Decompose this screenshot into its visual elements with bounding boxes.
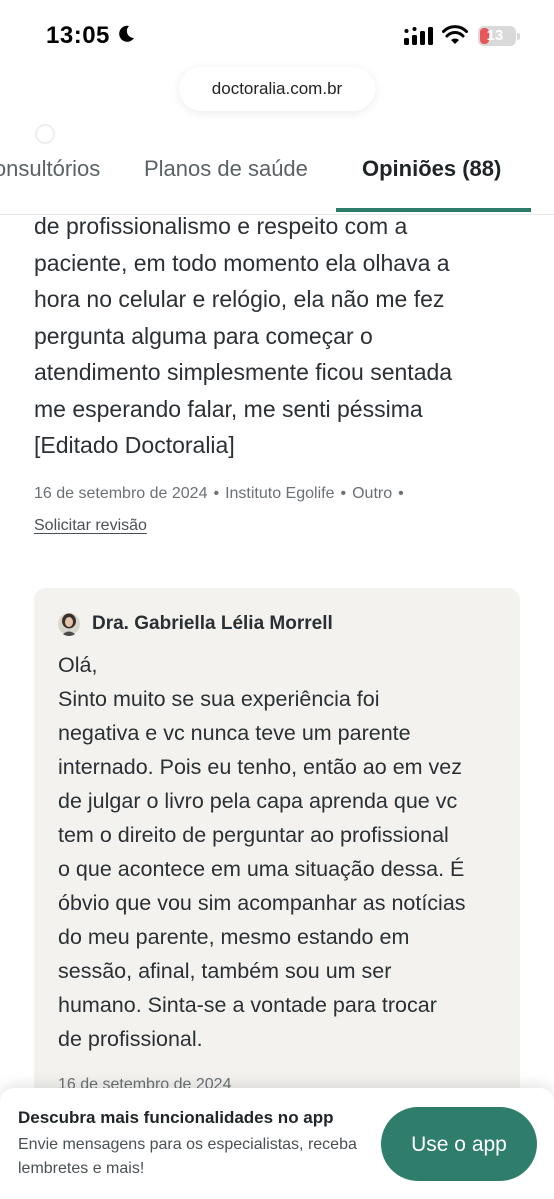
reply-line: humano. Sinta-se a vontade para trocar xyxy=(58,993,437,1017)
reply-line: do meu parente, mesmo estando em xyxy=(58,925,410,949)
review-line: paciente, em todo momento ela olhava a xyxy=(34,249,450,276)
review-line: hora no celular e relógio, ela não me fe… xyxy=(34,286,445,312)
review-clinic: Instituto Egolife xyxy=(225,485,335,502)
review-meta: 16 de setembro de 2024 • Instituto Egolife… xyxy=(34,485,404,502)
review-text: de profissionalismo e respeito com a pac… xyxy=(34,208,534,464)
avatar xyxy=(58,613,80,636)
status-bar: 13:05 13 xyxy=(0,0,554,66)
reply-line: de julgar o livro pela capa aprenda que … xyxy=(58,789,458,813)
signal-icon xyxy=(404,27,433,45)
reply-line: o que acontece em uma situação dessa. É xyxy=(58,857,465,881)
url-bar[interactable]: doctoralia.com.br xyxy=(179,67,375,111)
battery-level: 13 xyxy=(486,27,504,44)
reply-line: sessão, afinal, também sou um ser xyxy=(58,959,392,983)
review-line: pergunta alguma para começar o xyxy=(34,322,373,349)
use-app-button[interactable]: Use o app xyxy=(381,1107,537,1181)
review-date: 16 de setembro de 2024 xyxy=(34,485,208,502)
tab-consultorios[interactable]: Consultórios xyxy=(0,156,100,182)
status-time: 13:05 xyxy=(46,22,110,49)
reply-line: óbvio que vou sim acompanhar as notícias xyxy=(58,891,466,915)
banner-title: Descubra mais funcionalidades no app xyxy=(18,1108,334,1127)
review-category: Outro xyxy=(352,485,393,502)
reply-line: negativa e vc nunca teve um parente xyxy=(58,721,411,745)
doctor-name: Dra. Gabriella Lélia Morrell xyxy=(92,613,333,634)
wifi-icon xyxy=(442,25,468,44)
review-line: atendimento simplesmente ficou sentada xyxy=(34,359,453,385)
tab-opinioes[interactable]: Opiniões (88) xyxy=(362,156,501,182)
battery-icon: 13 xyxy=(478,26,520,46)
reply-line: Sinto muito se sua experiência foi xyxy=(58,687,380,711)
reply-text: Olá, Sinto muito se sua experiência foi … xyxy=(58,648,506,1056)
reply-line: internado. Pois eu tenho, então ao em ve… xyxy=(58,755,462,779)
request-review-link[interactable]: Solicitar revisão xyxy=(34,517,147,535)
banner-subtitle: Envie mensagens para os especialistas, r… xyxy=(18,1136,357,1177)
reply-line: de profissional. xyxy=(58,1027,203,1051)
app-promo-banner: Descubra mais funcionalidades no app Env… xyxy=(0,1088,554,1199)
doctor-reply: Dra. Gabriella Lélia Morrell Olá, Sinto … xyxy=(34,588,520,1108)
tab-planos-de-saude[interactable]: Planos de saúde xyxy=(144,156,308,182)
moon-icon xyxy=(119,25,134,42)
review-line: [Editado Doctoralia] xyxy=(34,432,235,458)
review-line: me esperando falar, me senti péssima xyxy=(34,395,423,422)
review-line: de profissionalismo e respeito com a xyxy=(34,213,408,239)
reply-line: Olá, xyxy=(58,653,98,677)
profile-tabs: Consultórios Planos de saúde Opiniões (8… xyxy=(0,140,554,215)
reply-line: tem o direito de perguntar ao profission… xyxy=(58,823,449,847)
url-text: doctoralia.com.br xyxy=(211,79,343,98)
